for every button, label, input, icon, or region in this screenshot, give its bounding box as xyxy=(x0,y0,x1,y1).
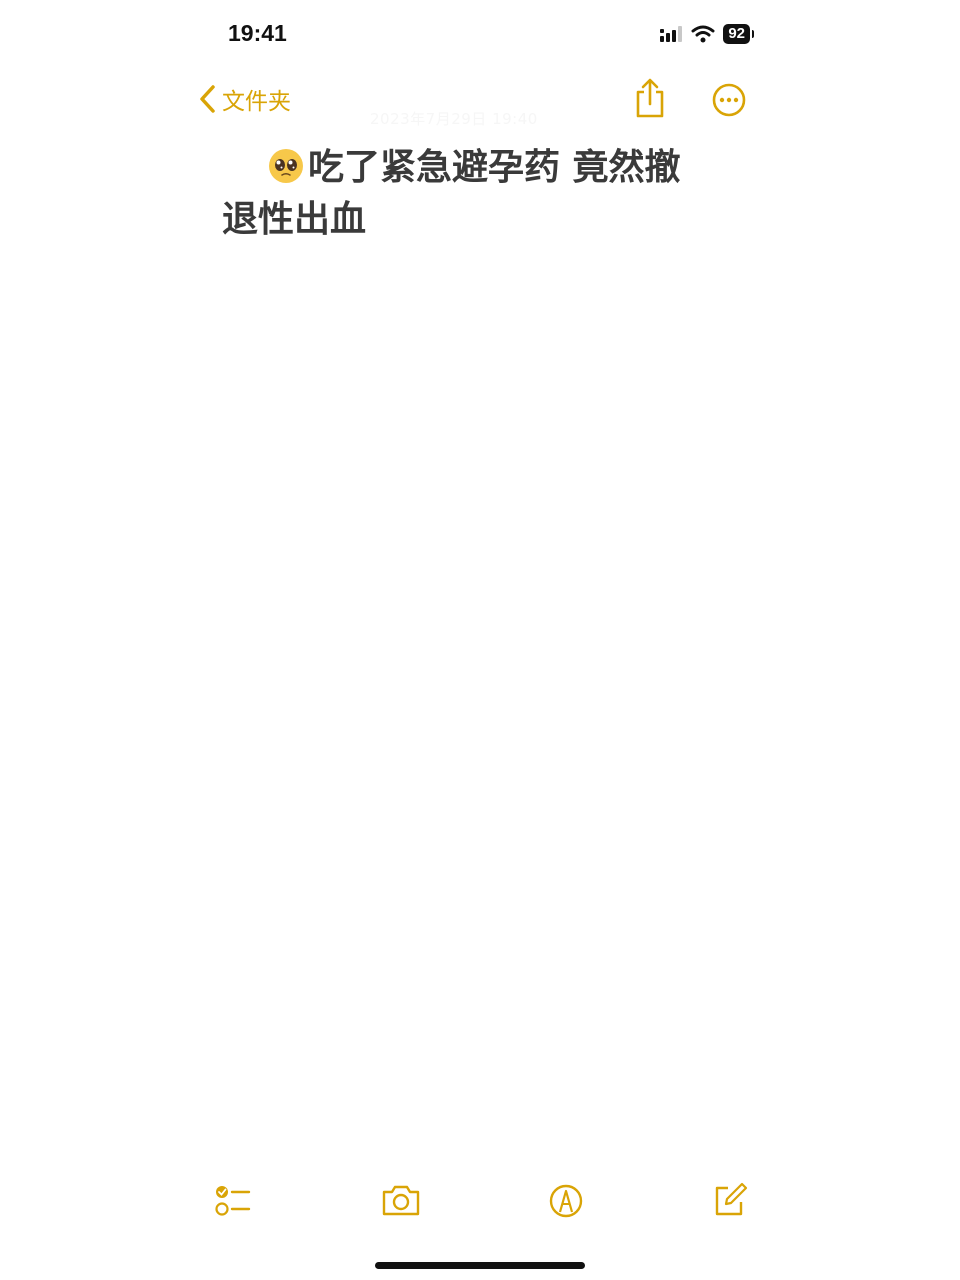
camera-button[interactable] xyxy=(380,1182,422,1222)
compose-icon xyxy=(715,1182,748,1216)
note-title-line1: 吃了紧急避孕药 竟然撤 xyxy=(308,147,681,188)
chevron-left-icon xyxy=(200,85,215,113)
markup-pen-icon xyxy=(549,1184,583,1218)
camera-icon xyxy=(382,1185,420,1216)
status-time: 19:41 xyxy=(228,20,287,46)
status-indicators: 92 xyxy=(659,24,754,44)
note-title[interactable]: 吃了紧急避孕药 竟然撤 退性出血 xyxy=(222,142,762,246)
checklist-icon xyxy=(215,1186,251,1216)
compose-button[interactable] xyxy=(712,1182,748,1222)
note-title-line2: 退性出血 xyxy=(222,199,367,240)
more-button[interactable] xyxy=(709,80,749,124)
back-label: 文件夹 xyxy=(222,89,291,115)
note-date: 2023年7月29日 19:40 xyxy=(370,110,538,128)
checklist-button[interactable] xyxy=(212,1182,252,1222)
markup-button[interactable] xyxy=(547,1182,585,1224)
back-button[interactable]: 文件夹 xyxy=(198,82,291,116)
share-icon xyxy=(636,78,664,118)
signal-icon xyxy=(660,26,683,42)
ellipsis-circle-icon xyxy=(712,83,746,117)
battery-indicator: 92 xyxy=(723,24,754,44)
pleading-face-icon xyxy=(269,149,303,183)
share-button[interactable] xyxy=(632,78,668,122)
wifi-icon xyxy=(691,25,715,43)
home-indicator[interactable] xyxy=(375,1262,585,1269)
